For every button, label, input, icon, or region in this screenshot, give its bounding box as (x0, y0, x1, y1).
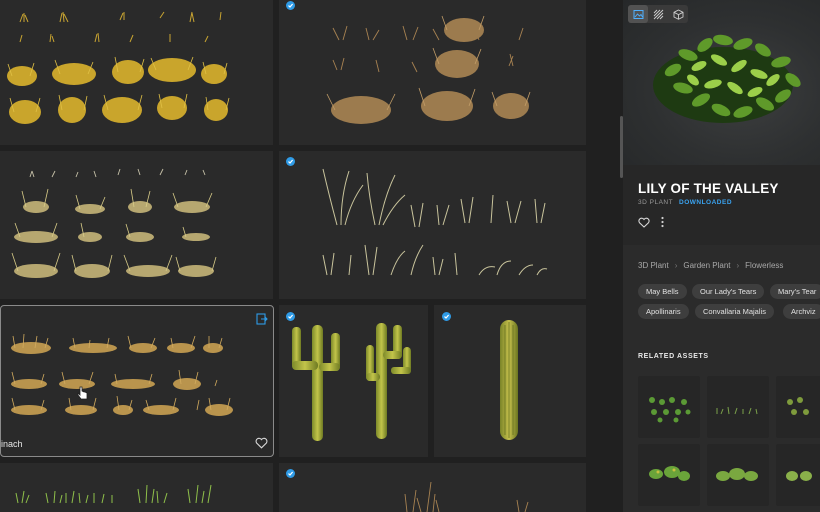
downloaded-check-icon (286, 157, 295, 166)
view-mode-3d[interactable] (668, 5, 688, 23)
related-asset-tile[interactable] (776, 376, 820, 438)
downloaded-check-icon (286, 469, 295, 478)
asset-thumbnail (11, 168, 217, 278)
download-status: DOWNLOADED (679, 199, 733, 206)
asset-tile-wild-grass[interactable] (0, 151, 273, 299)
chevron-right-icon: › (736, 261, 740, 270)
downloaded-check-icon (442, 312, 451, 321)
cube-icon (673, 8, 683, 20)
breadcrumb-item[interactable]: Garden Plant (683, 261, 730, 270)
asset-thumbnail (11, 333, 233, 416)
related-asset-thumbnail (649, 397, 691, 423)
export-icon[interactable] (256, 313, 268, 325)
asset-tile-saguaro-cactus[interactable] (279, 305, 428, 457)
hand-cursor-icon (77, 386, 88, 400)
chevron-right-icon: › (674, 261, 678, 270)
tag-chip[interactable]: Mary's Tear (770, 284, 820, 299)
related-asset-thumbnail (787, 397, 809, 415)
related-asset-tile[interactable] (638, 376, 700, 438)
favorite-heart-icon[interactable] (255, 437, 268, 449)
tag-chip[interactable]: May Bells (638, 284, 687, 299)
asset-tile-spinach[interactable]: inach (0, 305, 274, 457)
related-assets-heading: RELATED ASSETS (638, 353, 709, 360)
asset-tile-dry-reeds[interactable] (279, 463, 586, 512)
asset-thumbnail (292, 323, 411, 441)
asset-detail-panel: LILY OF THE VALLEY 3D PLANT DOWNLOADED 3… (623, 0, 820, 512)
asset-name: inach (1, 439, 23, 449)
asset-type: 3D PLANT (638, 199, 674, 206)
related-asset-tile[interactable] (638, 444, 700, 506)
tag-chip[interactable]: Apollinaris (638, 304, 689, 319)
tag-chip[interactable]: Archviz (783, 304, 820, 319)
asset-title: LILY OF THE VALLEY (638, 181, 779, 196)
related-asset-thumbnail (716, 406, 758, 415)
asset-tile-dry-shrubs[interactable] (279, 0, 586, 145)
downloaded-check-icon (286, 1, 295, 10)
related-asset-thumbnail (716, 468, 758, 481)
favorite-heart-icon[interactable] (638, 217, 650, 228)
asset-thumbnail (15, 484, 212, 504)
tag-chip[interactable]: Our Lady's Tears (692, 284, 765, 299)
related-asset-thumbnail (786, 471, 812, 481)
breadcrumb-item[interactable]: 3D Plant (638, 261, 669, 270)
plant-preview-image (653, 34, 801, 123)
asset-preview[interactable] (623, 0, 820, 165)
breadcrumb-item[interactable]: Flowerless (745, 261, 783, 270)
view-mode-texture[interactable] (648, 5, 668, 23)
more-options-icon[interactable] (660, 216, 665, 228)
downloaded-check-icon (286, 312, 295, 321)
view-mode-image[interactable] (628, 5, 648, 23)
asset-tile-tall-grass[interactable] (279, 151, 586, 299)
asset-thumbnail (404, 481, 529, 512)
asset-tile-yellow-grass[interactable] (0, 0, 273, 145)
asset-tile-green-grass[interactable] (0, 463, 273, 512)
asset-thumbnail (500, 320, 518, 440)
tag-chip[interactable]: Convallaria Majalis (695, 304, 774, 319)
image-icon (633, 9, 643, 19)
related-asset-tile[interactable] (707, 444, 769, 506)
related-asset-tile[interactable] (776, 444, 820, 506)
asset-tile-column-cactus[interactable] (434, 305, 586, 457)
texture-icon (653, 9, 663, 19)
asset-thumbnail (7, 11, 230, 124)
related-asset-thumbnail (649, 466, 690, 481)
category-breadcrumb: 3D Plant › Garden Plant › Flowerless (638, 261, 783, 270)
view-mode-switcher (628, 5, 688, 23)
asset-thumbnail (322, 168, 548, 276)
related-asset-tile[interactable] (707, 376, 769, 438)
asset-thumbnail (326, 15, 531, 124)
